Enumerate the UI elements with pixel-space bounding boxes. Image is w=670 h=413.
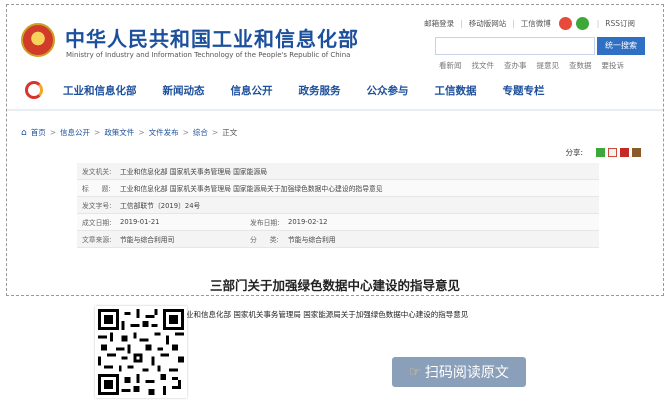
- site-subtitle: Ministry of Industry and Information Tec…: [66, 51, 351, 59]
- weibo-link[interactable]: 工信微博: [521, 18, 551, 29]
- breadcrumb-publish[interactable]: 文件发布: [149, 127, 179, 138]
- quick-link-news[interactable]: 看新闻: [439, 60, 462, 71]
- separator: |: [512, 19, 515, 28]
- quick-links: 看新闻 找文件 查办事 提意见 查数据 要投诉: [439, 60, 624, 71]
- nav-item-disclosure[interactable]: 信息公开: [231, 83, 273, 98]
- meta-label: 文章来源:: [82, 236, 112, 244]
- nav-item-participation[interactable]: 公众参与: [367, 83, 409, 98]
- nav-item-topics[interactable]: 专题专栏: [503, 83, 545, 98]
- meta-label: 标 题:: [82, 185, 111, 193]
- scan-to-read-label: 扫码阅读原文: [424, 365, 509, 381]
- nav-item-ministry[interactable]: 工业和信息化部: [63, 83, 137, 98]
- meta-row-title: 标 题: 工业和信息化部 国家机关事务管理局 国家能源局关于加强绿色数据中心建设…: [77, 180, 599, 197]
- meta-label: 成文日期:: [82, 219, 112, 227]
- breadcrumb-separator: >: [138, 128, 145, 137]
- nav-divider: [7, 109, 663, 111]
- document-subtitle: 业和信息化部 国家机关事务管理局 国家能源局关于加强绿色数据中心建设的指导意见: [186, 310, 469, 319]
- meta-label: 发文字号:: [82, 202, 112, 210]
- meta-label: 发布日期:: [250, 219, 280, 227]
- wechat-share-icon[interactable]: [596, 148, 605, 157]
- meta-cell: 成文日期: 2019-01-21: [82, 217, 250, 227]
- meta-label: 分 类:: [250, 236, 279, 244]
- site-title[interactable]: 中华人民共和国工业和信息化部: [65, 23, 359, 52]
- nav-item-services[interactable]: 政务服务: [299, 83, 341, 98]
- meta-value: 工业和信息化部 国家机关事务管理局 国家能源局: [120, 168, 268, 176]
- document-title: 三部门关于加强绿色数据中心建设的指导意见: [209, 278, 460, 293]
- breadcrumb-current: 正文: [222, 128, 238, 137]
- separator: |: [460, 19, 463, 28]
- breadcrumb-general[interactable]: 综合: [193, 127, 208, 138]
- scan-to-read-button[interactable]: ☞ 扫码阅读原文: [392, 357, 526, 387]
- quick-link-complaint[interactable]: 要投诉: [602, 60, 625, 71]
- pdf-icon[interactable]: [620, 148, 629, 157]
- breadcrumb-disclosure[interactable]: 信息公开: [60, 127, 90, 138]
- meta-value: 2019-01-21: [120, 218, 160, 226]
- main-nav: 工业和信息化部 新闻动态 信息公开 政务服务 公众参与 工信数据 专题专栏: [25, 81, 571, 99]
- home-icon[interactable]: ⌂: [21, 128, 27, 138]
- quick-link-files[interactable]: 找文件: [472, 60, 495, 71]
- nav-item-news[interactable]: 新闻动态: [163, 83, 205, 98]
- breadcrumb-separator: >: [211, 128, 219, 137]
- national-emblem-icon: [21, 23, 55, 57]
- share-label: 分享:: [565, 148, 583, 157]
- meta-row-issuer: 发文机关: 工业和信息化部 国家机关事务管理局 国家能源局: [77, 163, 599, 180]
- miit-logo-icon[interactable]: [25, 81, 43, 99]
- qr-code-image: [98, 309, 184, 395]
- document-metadata: 发文机关: 工业和信息化部 国家机关事务管理局 国家能源局 标 题: 工业和信息…: [77, 163, 599, 248]
- share-bar: 分享:: [565, 147, 641, 158]
- print-icon[interactable]: [632, 148, 641, 157]
- weibo-icon[interactable]: [558, 17, 572, 30]
- breadcrumb-separator: >: [182, 128, 189, 137]
- breadcrumb-separator: >: [94, 128, 101, 137]
- meta-value: 工业和信息化部 国家机关事务管理局 国家能源局关于加强绿色数据中心建设的指导意见: [120, 185, 383, 193]
- nav-item-data[interactable]: 工信数据: [435, 83, 477, 98]
- search-input[interactable]: [435, 37, 595, 55]
- wechat-icon[interactable]: [575, 17, 589, 30]
- weibo-share-icon[interactable]: [608, 148, 617, 157]
- separator: |: [596, 19, 600, 28]
- meta-row-dates: 成文日期: 2019-01-21 发布日期: 2019-02-12: [77, 214, 599, 231]
- quick-link-data[interactable]: 查数据: [569, 60, 592, 71]
- top-links: 邮箱登录 | 移动版网站 | 工信微博 | RSS订阅: [424, 17, 635, 30]
- mobile-site-link[interactable]: 移动版网站: [469, 18, 507, 29]
- mail-login-link[interactable]: 邮箱登录: [424, 18, 454, 29]
- meta-value: 节能与综合利用司: [120, 236, 175, 244]
- search-button[interactable]: 统一搜索: [597, 37, 645, 55]
- meta-label: 发文机关:: [82, 168, 112, 176]
- meta-row-docno: 发文字号: 工信部联节〔2019〕24号: [77, 197, 599, 214]
- breadcrumb: ⌂ 首页 > 信息公开 > 政策文件 > 文件发布 > 综合 > 正文: [21, 127, 237, 138]
- meta-value: 2019-02-12: [288, 218, 328, 226]
- meta-row-source: 文章来源: 节能与综合利用司 分 类: 节能与综合利用: [77, 231, 599, 248]
- page-frame: 中华人民共和国工业和信息化部 Ministry of Industry and …: [6, 4, 664, 296]
- meta-value: 节能与综合利用: [288, 236, 336, 244]
- pointing-hand-icon: ☞: [409, 364, 421, 380]
- quick-link-feedback[interactable]: 提意见: [537, 60, 560, 71]
- meta-cell: 文章来源: 节能与综合利用司: [82, 234, 250, 244]
- meta-value: 工信部联节〔2019〕24号: [120, 202, 201, 210]
- quick-link-services[interactable]: 查办事: [504, 60, 527, 71]
- meta-cell: 发布日期: 2019-02-12: [250, 217, 418, 227]
- breadcrumb-policy[interactable]: 政策文件: [104, 127, 134, 138]
- rss-link[interactable]: RSS订阅: [605, 18, 635, 29]
- breadcrumb-separator: >: [49, 128, 57, 137]
- qr-code: [95, 306, 187, 398]
- meta-cell: 分 类: 节能与综合利用: [250, 234, 418, 244]
- breadcrumb-home[interactable]: 首页: [31, 127, 46, 138]
